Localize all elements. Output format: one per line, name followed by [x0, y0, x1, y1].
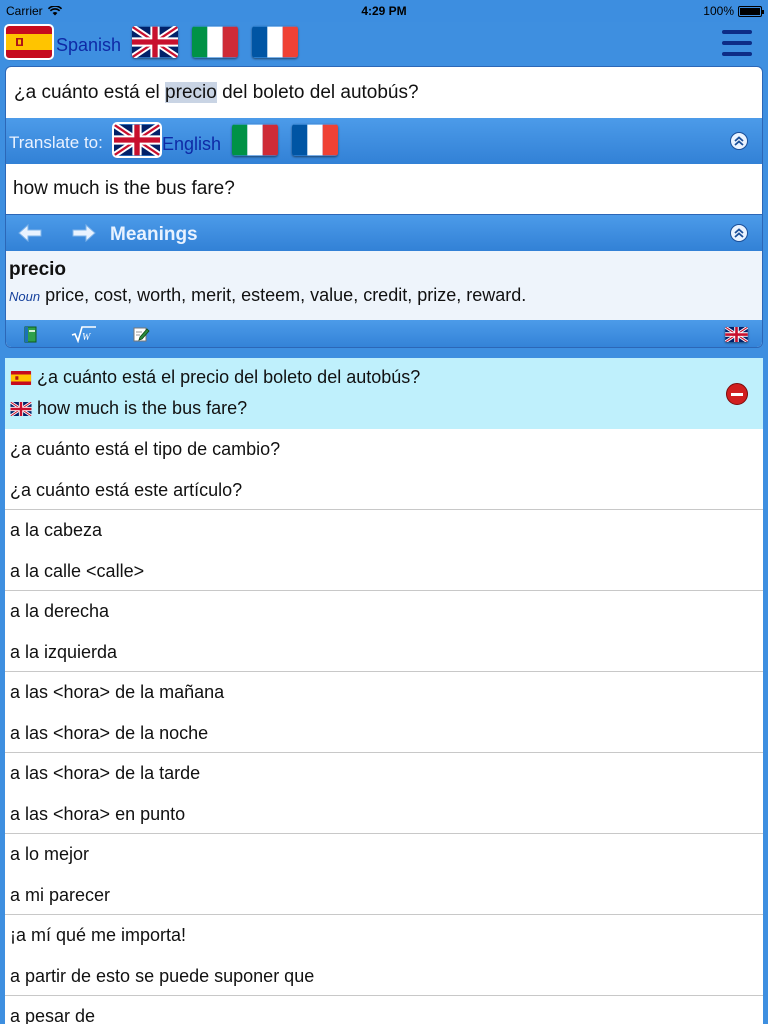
phrase-history: ¿a cuánto está el precio del boleto del …	[5, 358, 763, 1024]
uk-flag-icon[interactable]	[725, 327, 748, 342]
root-icon[interactable]: W	[70, 325, 98, 343]
phrase-item[interactable]: a partir de esto se puede suponer que	[5, 956, 763, 996]
current-history-item[interactable]: ¿a cuánto está el precio del boleto del …	[5, 358, 763, 429]
selected-word[interactable]: precio	[165, 82, 217, 103]
phrase-item[interactable]: a mi parecer	[5, 875, 763, 915]
phrase-item[interactable]: a la cabeza	[5, 510, 763, 551]
italy-flag-icon	[232, 124, 278, 156]
meaning-definition: Noun price, cost, worth, merit, esteem, v…	[9, 285, 759, 306]
translate-to-label: Translate to:	[9, 133, 103, 152]
phrase-item[interactable]: a la izquierda	[5, 632, 763, 672]
source-option-english[interactable]	[132, 26, 178, 63]
arrow-right-icon[interactable]	[72, 224, 96, 242]
target-option-french[interactable]	[292, 124, 338, 161]
history-translation-text: how much is the bus fare?	[37, 398, 248, 418]
uk-flag-icon	[10, 401, 32, 416]
italy-flag-icon	[192, 26, 238, 58]
meaning-word: precio	[9, 259, 67, 280]
translate-to-bar: Translate to: English	[6, 118, 762, 164]
phrase-item[interactable]: a las <hora> de la noche	[5, 713, 763, 753]
source-text-input[interactable]: ¿a cuánto está el precio del boleto del …	[6, 67, 762, 118]
svg-text:W: W	[82, 332, 92, 343]
battery-status: 100%	[703, 4, 764, 18]
phrase-item[interactable]: a la derecha	[5, 591, 763, 632]
meaning-box: precio Noun price, cost, worth, merit, es…	[6, 251, 762, 320]
status-bar: Carrier 4:29 PM 100%	[0, 0, 768, 22]
phrase-item[interactable]: a la calle <calle>	[5, 551, 763, 591]
translation-panel: ¿a cuánto está el precio del boleto del …	[5, 66, 763, 348]
source-language-button[interactable]	[4, 24, 54, 63]
spain-flag-icon	[10, 370, 32, 385]
phrase-list: ¿a cuánto está el tipo de cambio? ¿a cuá…	[5, 429, 763, 1024]
phrase-item[interactable]: a lo mejor	[5, 834, 763, 875]
source-option-french[interactable]	[252, 26, 298, 63]
part-of-speech: Noun	[9, 289, 41, 304]
spain-flag-icon	[4, 24, 54, 60]
phrase-item[interactable]: a las <hora> de la mañana	[5, 672, 763, 713]
menu-icon[interactable]	[722, 30, 752, 56]
meanings-bar: Meanings	[6, 215, 762, 251]
target-language-label[interactable]: English	[162, 134, 221, 155]
phrase-item[interactable]: ¿a cuánto está este artículo?	[5, 470, 763, 510]
phrase-item[interactable]: ¿a cuánto está el tipo de cambio?	[5, 429, 763, 470]
delete-icon[interactable]	[726, 383, 748, 405]
meanings-title: Meanings	[110, 224, 198, 245]
definition-list: price, cost, worth, merit, esteem, value…	[45, 285, 527, 305]
source-option-italian[interactable]	[192, 26, 238, 63]
source-text-after: del boleto del autobús?	[216, 82, 419, 103]
france-flag-icon	[292, 124, 338, 156]
arrow-left-icon[interactable]	[18, 224, 42, 242]
history-source-text: ¿a cuánto está el precio del boleto del …	[37, 367, 421, 387]
language-bar: Spanish	[0, 22, 768, 66]
france-flag-icon	[252, 26, 298, 58]
collapse-meanings-icon[interactable]	[730, 224, 748, 242]
book-icon[interactable]	[22, 325, 40, 343]
translation-output: how much is the bus fare?	[6, 164, 762, 215]
source-text-before: ¿a cuánto está el	[14, 82, 166, 103]
phrase-item[interactable]: a pesar de	[5, 996, 763, 1024]
history-translation-row: how much is the bus fare?	[10, 398, 247, 419]
collapse-translation-icon[interactable]	[730, 132, 748, 150]
phrase-item[interactable]: a las <hora> de la tarde	[5, 753, 763, 794]
history-source-row: ¿a cuánto está el precio del boleto del …	[10, 367, 420, 388]
phrase-item[interactable]: a las <hora> en punto	[5, 794, 763, 834]
uk-flag-icon	[112, 122, 162, 158]
edit-icon[interactable]	[132, 325, 150, 343]
target-language-button[interactable]	[112, 122, 162, 161]
tool-bar: W	[6, 320, 762, 347]
phrase-item[interactable]: ¡a mí qué me importa!	[5, 915, 763, 956]
clock: 4:29 PM	[361, 4, 407, 18]
battery-icon	[738, 5, 764, 17]
uk-flag-icon	[132, 26, 178, 58]
source-language-label[interactable]: Spanish	[56, 35, 121, 56]
target-option-italian[interactable]	[232, 124, 278, 161]
battery-percent: 100%	[703, 4, 734, 18]
